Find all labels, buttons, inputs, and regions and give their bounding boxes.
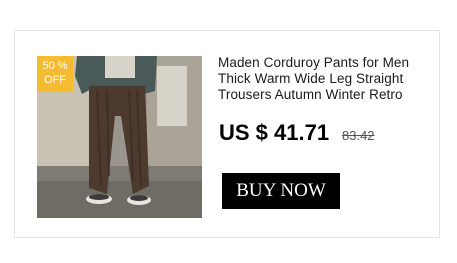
product-title[interactable]: Maden Corduroy Pants for Men Thick Warm … [218,55,438,103]
discount-percent: 50 % [42,60,68,72]
buy-now-button[interactable]: BUY NOW [222,173,340,209]
discount-badge: 50 % OFF [37,56,73,92]
current-price: US $ 41.71 [219,120,330,145]
discount-label: OFF [44,74,66,86]
original-price: 83.42 [342,128,375,143]
